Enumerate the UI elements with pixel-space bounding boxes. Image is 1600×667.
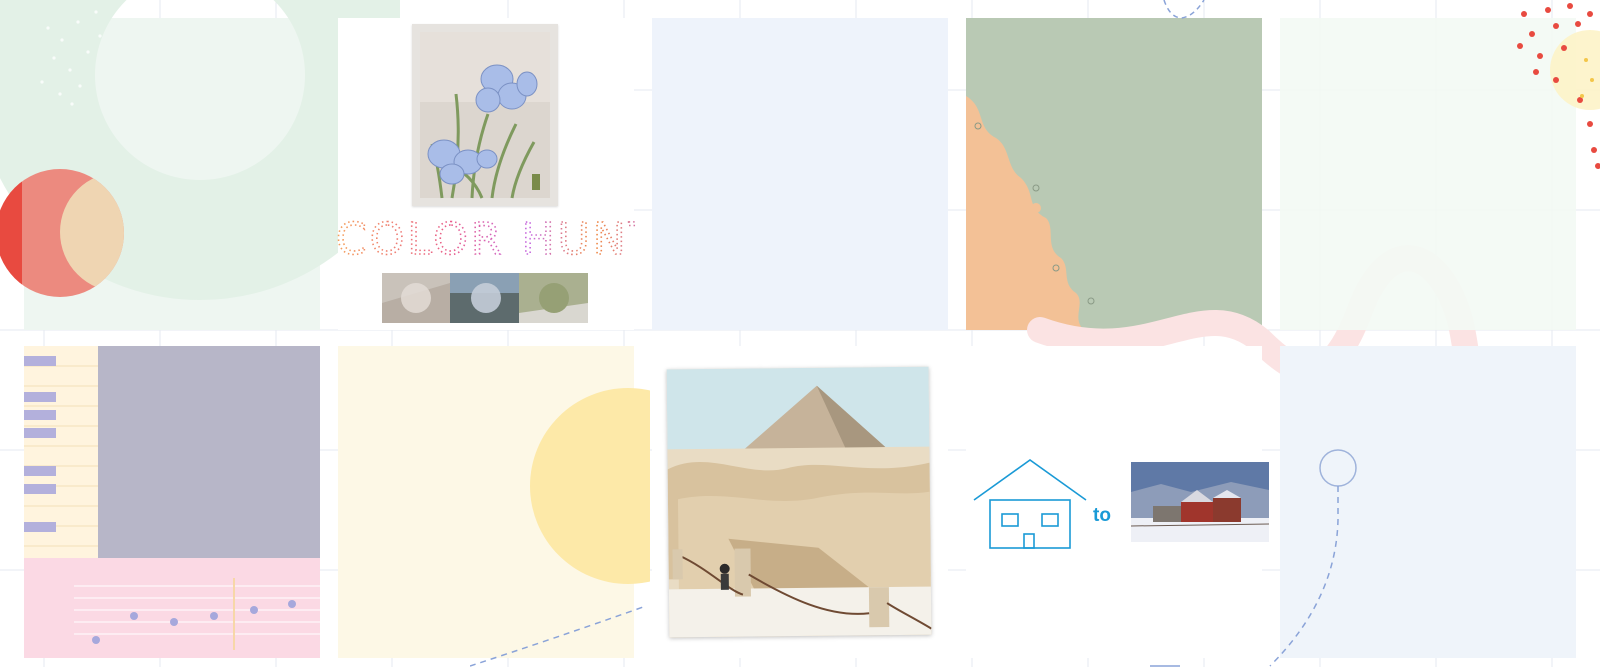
red-circle-shape bbox=[0, 169, 124, 297]
pyramid-icon bbox=[666, 366, 932, 638]
decor-red-dots-shape bbox=[1517, 3, 1600, 169]
photo-strip-svg bbox=[382, 273, 588, 323]
pyramid-photo[interactable] bbox=[666, 366, 932, 638]
yellow-half-circle-shape bbox=[530, 388, 650, 584]
iris-flower-icon bbox=[420, 32, 550, 199]
dashed-line-top-shape bbox=[1163, 0, 1205, 19]
dashed-circle-line-shape bbox=[1150, 449, 1357, 667]
color-hunt-title: COLOR HUNT bbox=[335, 213, 656, 266]
title-text: COLOR HUNT bbox=[336, 214, 636, 264]
piano-scene-svg bbox=[24, 346, 320, 658]
to-label: to bbox=[1093, 505, 1111, 526]
tile-pyramid[interactable] bbox=[652, 346, 948, 658]
house-icon bbox=[973, 459, 1087, 549]
iris-print-image[interactable] bbox=[412, 24, 558, 206]
color-hunt-title-svg: COLOR HUNT bbox=[335, 213, 656, 266]
photo-strip[interactable] bbox=[382, 273, 588, 323]
tile-pale-blue[interactable] bbox=[652, 18, 948, 330]
dashed-line-left-shape bbox=[470, 605, 647, 667]
tile-piano[interactable] bbox=[24, 346, 320, 658]
